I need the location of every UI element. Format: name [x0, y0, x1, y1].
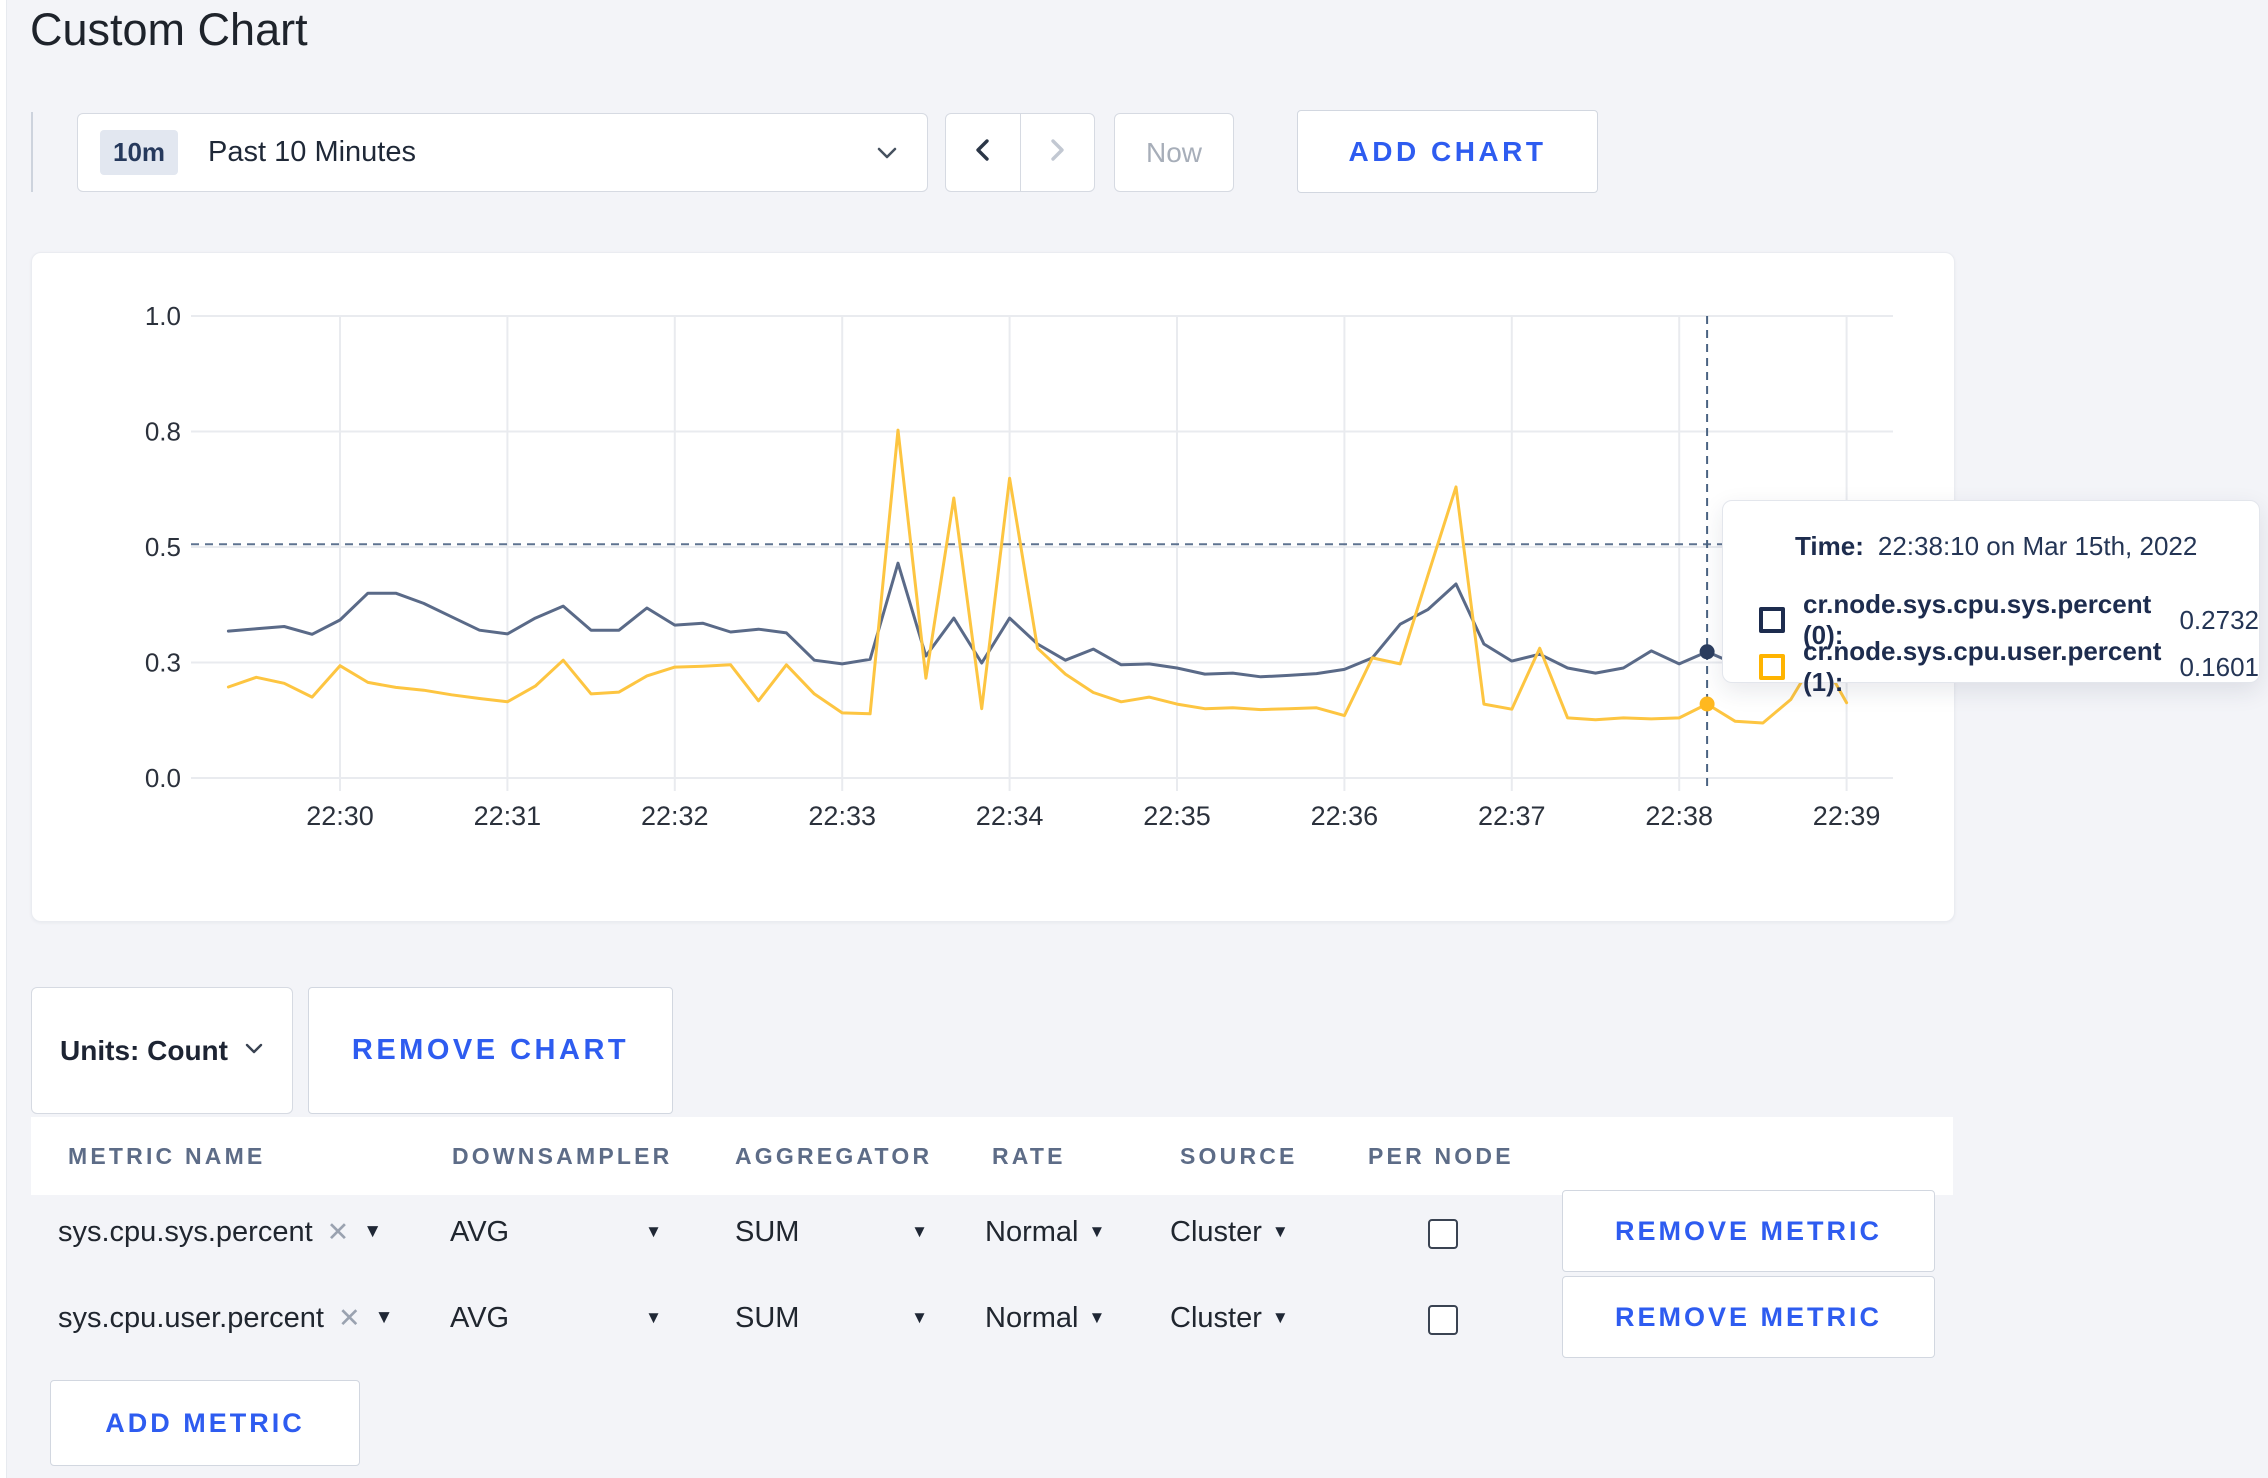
metric-row: sys.cpu.sys.percent ✕ ▼ AVG ▼ SUM ▼ Norm…: [31, 1190, 1953, 1274]
metric-name-value: sys.cpu.sys.percent: [58, 1215, 313, 1248]
tooltip-series-row: cr.node.sys.cpu.user.percent (1): 0.1601: [1759, 636, 2259, 698]
time-range-select[interactable]: 10m Past 10 Minutes: [77, 113, 928, 192]
metric-name-select[interactable]: sys.cpu.sys.percent ✕ ▼: [58, 1190, 382, 1274]
tooltip-series-value: 0.1601: [2179, 651, 2259, 682]
svg-text:0.5: 0.5: [145, 532, 181, 562]
series-swatch-icon: [1759, 654, 1785, 680]
svg-text:22:38: 22:38: [1645, 801, 1713, 831]
tooltip-series-name: cr.node.sys.cpu.user.percent (1):: [1803, 636, 2162, 697]
dropdown-arrow-icon: ▼: [1271, 1308, 1289, 1327]
dropdown-arrow-icon: ▼: [911, 1222, 928, 1241]
source-value: Cluster: [1170, 1301, 1262, 1334]
remove-metric-button[interactable]: REMOVE METRIC: [1562, 1190, 1935, 1272]
chevron-right-icon: [1044, 136, 1070, 169]
dropdown-arrow-icon: ▼: [1271, 1222, 1289, 1241]
series-swatch-icon: [1759, 607, 1785, 633]
svg-text:1.0: 1.0: [145, 301, 181, 331]
tooltip-time-label: Time:: [1795, 531, 1864, 561]
aggregator-select[interactable]: SUM ▼: [735, 1276, 928, 1360]
svg-text:22:37: 22:37: [1478, 801, 1546, 831]
dropdown-arrow-icon: ▼: [911, 1308, 928, 1327]
tooltip-time-value: 22:38:10 on Mar 15th, 2022: [1877, 531, 2198, 561]
remove-chart-button[interactable]: REMOVE CHART: [308, 987, 673, 1114]
svg-text:22:31: 22:31: [474, 801, 542, 831]
clear-metric-icon[interactable]: ✕: [338, 1303, 361, 1334]
custom-chart-page: { "page": {"title": "Custom Chart", "bac…: [0, 0, 2268, 1478]
metric-name-select[interactable]: sys.cpu.user.percent ✕ ▼: [58, 1276, 393, 1360]
col-header-metric-name: METRIC NAME: [68, 1142, 266, 1169]
svg-text:22:35: 22:35: [1143, 801, 1211, 831]
clear-metric-icon[interactable]: ✕: [327, 1217, 350, 1248]
per-node-checkbox[interactable]: [1428, 1219, 1458, 1249]
dropdown-arrow-icon: ▼: [645, 1308, 662, 1327]
rate-select[interactable]: Normal ▼: [985, 1190, 1105, 1274]
page-title: Custom Chart: [30, 4, 308, 55]
now-button[interactable]: Now: [1114, 113, 1234, 192]
source-select[interactable]: Cluster ▼: [1170, 1190, 1289, 1274]
downsampler-value: AVG: [450, 1301, 510, 1334]
downsampler-value: AVG: [450, 1215, 510, 1248]
chart-card: 0.0 0.3 0.5 0.8 1.0 22:30 22:31 22:32 22:33 22:34…: [31, 252, 1955, 922]
svg-text:22:33: 22:33: [808, 801, 876, 831]
svg-text:0.0: 0.0: [145, 763, 181, 793]
aggregator-value: SUM: [735, 1215, 800, 1248]
source-select[interactable]: Cluster ▼: [1170, 1276, 1289, 1360]
col-header-downsampler: DOWNSAMPLER: [452, 1142, 673, 1169]
aggregator-select[interactable]: SUM ▼: [735, 1190, 928, 1274]
tooltip-series-value: 0.2732: [2179, 604, 2259, 635]
rate-value: Normal: [985, 1215, 1079, 1248]
dropdown-arrow-icon: ▼: [1088, 1308, 1106, 1327]
units-select[interactable]: Units: Count: [31, 987, 293, 1114]
prev-time-button[interactable]: [946, 114, 1020, 191]
units-label: Units: Count: [60, 1034, 228, 1066]
svg-text:22:32: 22:32: [641, 801, 709, 831]
per-node-checkbox[interactable]: [1428, 1305, 1458, 1335]
add-chart-button[interactable]: ADD CHART: [1297, 110, 1598, 193]
rate-value: Normal: [985, 1301, 1079, 1334]
toolbar-divider: [31, 112, 33, 192]
time-range-label: Past 10 Minutes: [208, 136, 416, 168]
metric-name-value: sys.cpu.user.percent: [58, 1301, 324, 1334]
time-range-badge: 10m: [100, 130, 179, 175]
svg-text:22:34: 22:34: [976, 801, 1044, 831]
dropdown-arrow-icon: ▼: [374, 1307, 394, 1328]
rate-select[interactable]: Normal ▼: [985, 1276, 1105, 1360]
source-value: Cluster: [1170, 1215, 1262, 1248]
svg-text:0.8: 0.8: [145, 417, 181, 447]
dropdown-arrow-icon: ▼: [363, 1221, 383, 1242]
chevron-left-icon: [970, 136, 996, 169]
time-nav-group: [945, 113, 1095, 192]
col-header-per-node: PER NODE: [1368, 1142, 1514, 1169]
svg-text:22:39: 22:39: [1813, 801, 1881, 831]
downsampler-select[interactable]: AVG ▼: [450, 1190, 662, 1274]
next-time-button[interactable]: [1019, 114, 1095, 191]
metric-row: sys.cpu.user.percent ✕ ▼ AVG ▼ SUM ▼ Nor…: [31, 1276, 1953, 1360]
col-header-rate: RATE: [992, 1142, 1066, 1169]
dropdown-arrow-icon: ▼: [1088, 1222, 1106, 1241]
chevron-down-icon: [244, 1042, 264, 1060]
aggregator-value: SUM: [735, 1301, 800, 1334]
svg-text:0.3: 0.3: [145, 648, 181, 678]
col-header-aggregator: AGGREGATOR: [735, 1142, 933, 1169]
remove-metric-button[interactable]: REMOVE METRIC: [1562, 1276, 1935, 1358]
downsampler-select[interactable]: AVG ▼: [450, 1276, 662, 1360]
page-left-edge: [0, 0, 7, 1478]
col-header-source: SOURCE: [1180, 1142, 1298, 1169]
chart-hover-tooltip: Time: 22:38:10 on Mar 15th, 2022 cr.node.…: [1722, 500, 2260, 697]
svg-text:22:36: 22:36: [1311, 801, 1379, 831]
metrics-table-header: METRIC NAME DOWNSAMPLER AGGREGATOR RATE …: [31, 1117, 1953, 1195]
dropdown-arrow-icon: ▼: [645, 1222, 662, 1241]
tooltip-time: Time: 22:38:10 on Mar 15th, 2022: [1795, 531, 2197, 562]
add-metric-button[interactable]: ADD METRIC: [50, 1380, 360, 1466]
chevron-down-icon: [875, 145, 899, 166]
svg-text:22:30: 22:30: [306, 801, 374, 831]
chart-plot-area[interactable]: 0.0 0.3 0.5 0.8 1.0 22:30 22:31 22:32 22:33 22:34…: [32, 253, 1954, 921]
